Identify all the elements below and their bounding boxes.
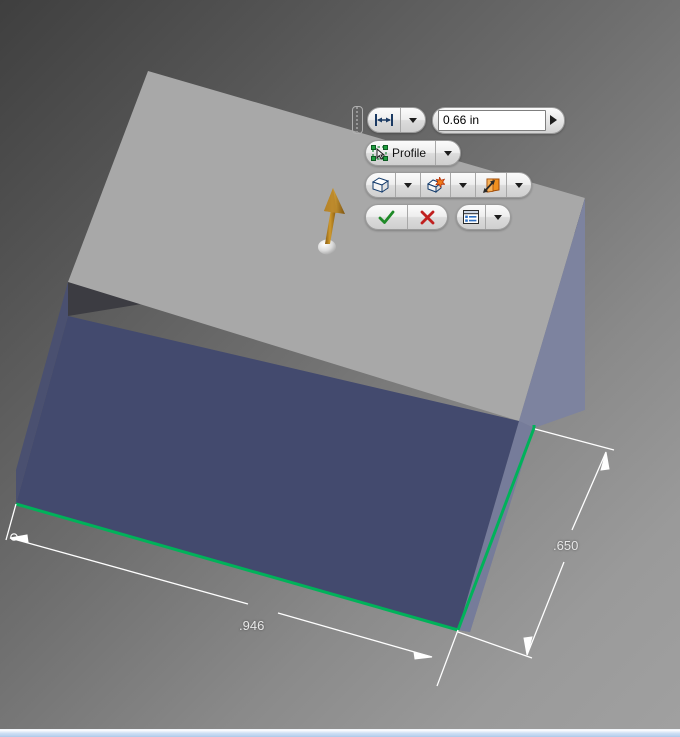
toolbar-drag-grip[interactable]: [352, 106, 363, 134]
extrude-direction-icon: [483, 178, 500, 193]
distance-measure-icon: [375, 114, 393, 126]
profile-select-button[interactable]: Profile: [366, 141, 435, 165]
profile-label: Profile: [392, 146, 427, 160]
cad-application-window: .946 .650 0.66 in Profile: [0, 0, 680, 737]
options-button[interactable]: [457, 205, 485, 229]
ok-button[interactable]: [366, 205, 407, 229]
boolean-join-button[interactable]: [421, 173, 450, 197]
check-icon: [378, 210, 395, 224]
operation-group[interactable]: [365, 172, 532, 198]
options-group[interactable]: [456, 204, 511, 230]
play-triangle-icon[interactable]: [550, 115, 557, 125]
width-arrowhead-right: [413, 651, 433, 660]
solid-body-button[interactable]: [366, 173, 395, 197]
depth-ext-line-top: [534, 428, 615, 451]
solid-body-dropdown[interactable]: [396, 173, 420, 197]
boolean-join-dropdown[interactable]: [451, 173, 475, 197]
depth-dim-line: [571, 451, 607, 531]
width-ext-line-left: [5, 503, 17, 541]
width-dimension-label[interactable]: .946: [239, 618, 264, 633]
confirm-group[interactable]: [365, 204, 448, 230]
operation-row: [365, 172, 565, 198]
depth-ext-line-bottom: [457, 631, 533, 659]
solid-body-icon: [371, 176, 390, 193]
status-bar: [0, 729, 680, 737]
width-ext-line-right: [436, 629, 459, 687]
3d-viewport[interactable]: .946 .650 0.66 in Profile: [0, 0, 680, 729]
profile-group[interactable]: Profile: [365, 140, 462, 166]
extrude-direction-button[interactable]: [476, 173, 506, 197]
width-dim-line: [9, 537, 249, 605]
extrude-direction-arrow[interactable]: [314, 184, 354, 256]
chevron-down-icon: [404, 182, 412, 188]
distance-type-group[interactable]: [367, 107, 426, 133]
chevron-down-icon: [409, 117, 417, 123]
options-dropdown[interactable]: [486, 205, 510, 229]
depth-dim-line-2: [526, 561, 565, 656]
confirm-row: [365, 204, 565, 230]
profile-select-icon: [371, 145, 388, 161]
cancel-button[interactable]: [408, 205, 447, 229]
distance-input[interactable]: 0.66 in: [438, 109, 546, 131]
chevron-down-icon: [459, 182, 467, 188]
profile-row: Profile: [365, 140, 565, 166]
distance-type-button[interactable]: [368, 108, 400, 132]
chevron-down-icon: [515, 182, 523, 188]
chevron-down-icon: [494, 214, 502, 220]
depth-dimension-label[interactable]: .650: [553, 538, 578, 553]
manipulator-shaft: [325, 209, 336, 244]
boolean-join-icon: [427, 176, 445, 193]
extrude-direction-dropdown[interactable]: [507, 173, 531, 197]
dimension-annotations[interactable]: [0, 0, 680, 729]
profile-dropdown[interactable]: [436, 141, 460, 165]
extrude-mini-toolbar[interactable]: 0.66 in Profile: [352, 106, 565, 236]
width-dim-line-2: [277, 612, 433, 658]
distance-value-group[interactable]: 0.66 in: [432, 106, 565, 134]
distance-row: 0.66 in: [352, 106, 565, 134]
cross-icon: [420, 210, 435, 224]
distance-type-dropdown[interactable]: [401, 108, 425, 132]
properties-panel-icon: [463, 210, 479, 224]
chevron-down-icon: [444, 150, 453, 156]
